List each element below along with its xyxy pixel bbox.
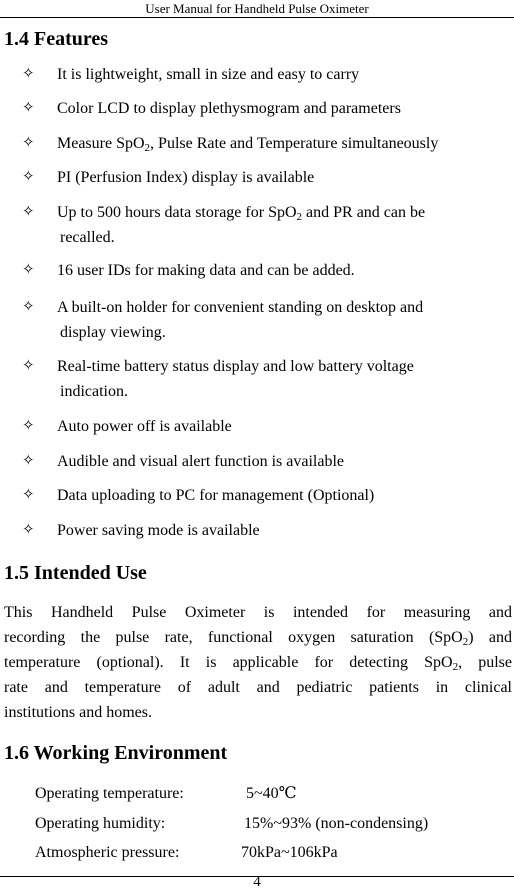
feature-item: ✧ Data uploading to PC for management (O… [22,483,511,508]
four-pointed-star-outline-icon: ✧ [22,299,35,315]
intended-use-paragraph: This Handheld Pulse Oximeter is intended… [4,604,512,721]
feature-item: ✧ Audible and visual alert function is a… [22,449,511,474]
feature-item: ✧ It is lightweight, small in size and e… [22,62,511,87]
env-value: 5~40℃ [246,785,297,802]
section-heading-working-environment: 1.6 Working Environment [4,742,228,764]
four-pointed-star-outline-icon: ✧ [22,169,35,185]
header-rule [0,17,514,18]
four-pointed-star-outline-icon: ✧ [22,358,35,374]
env-label: Atmospheric pressure: [35,844,180,861]
feature-item: ✧ Measure SpO2, Pulse Rate and Temperatu… [22,131,511,156]
four-pointed-star-outline-icon: ✧ [22,262,35,278]
feature-item: ✧ Up to 500 hours data storage for SpO2 … [22,200,511,250]
section-heading-intended-use: 1.5 Intended Use [4,562,147,584]
four-pointed-star-outline-icon: ✧ [22,66,35,82]
feature-item: ✧ Auto power off is available [22,414,511,439]
env-value: 15%~93% (non-condensing) [244,815,429,832]
running-header: User Manual for Handheld Pulse Oximeter [145,1,369,16]
feature-item: ✧ PI (Perfusion Index) display is availa… [22,165,511,190]
feature-item: ✧ Power saving mode is available [22,518,511,543]
feature-item: ✧ Real-time battery status display and l… [22,354,511,404]
env-value: 70kPa~106kPa [241,844,338,861]
section-heading-features: 1.4 Features [4,28,109,50]
four-pointed-star-outline-icon: ✧ [22,135,35,151]
four-pointed-star-outline-icon: ✧ [22,453,35,469]
feature-item: ✧ 16 user IDs for making data and can be… [22,258,511,283]
page-number: 4 [253,874,261,890]
four-pointed-star-outline-icon: ✧ [22,204,35,220]
four-pointed-star-outline-icon: ✧ [22,100,35,116]
four-pointed-star-outline-icon: ✧ [22,418,35,434]
env-label: Operating humidity: [35,815,166,832]
feature-item: ✧ Color LCD to display plethysmogram and… [22,96,511,121]
env-label: Operating temperature: [35,785,184,802]
feature-item: ✧ A built-on holder for convenient stand… [22,295,511,345]
four-pointed-star-outline-icon: ✧ [22,522,35,538]
four-pointed-star-outline-icon: ✧ [22,487,35,503]
